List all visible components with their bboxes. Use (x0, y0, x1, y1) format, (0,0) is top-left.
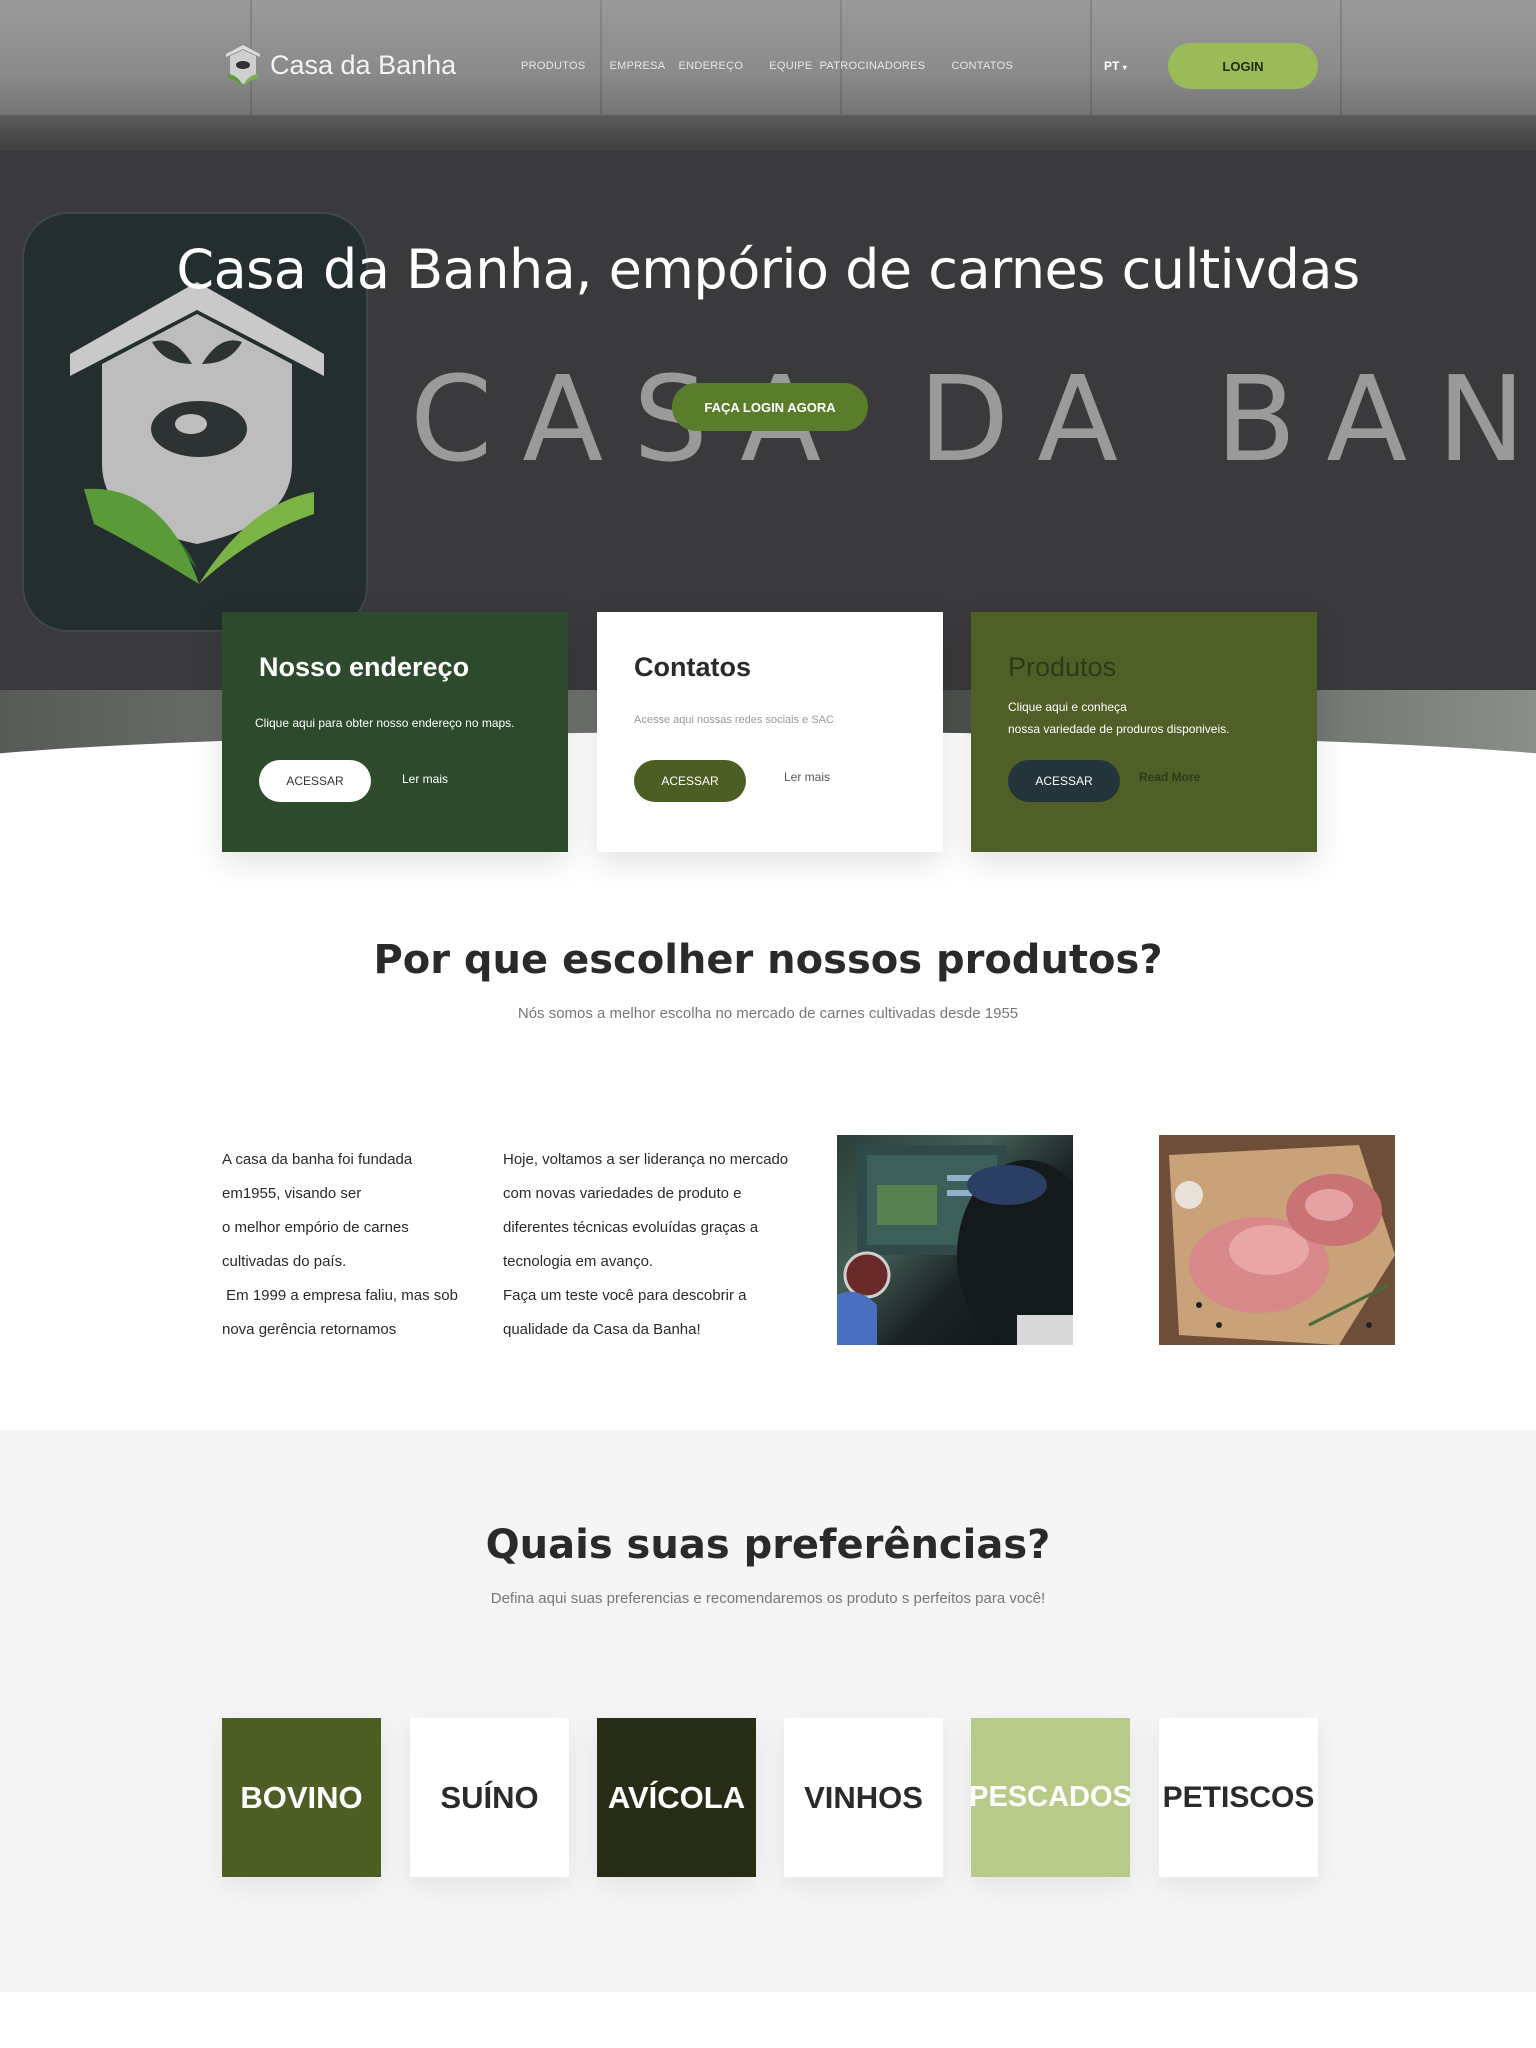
storefront-sign-lettering: CASA DA BANHA (410, 350, 1536, 488)
card-endereco: Nosso endereço Clique aqui para obter no… (222, 612, 568, 852)
hero-ledge (0, 115, 1536, 155)
raw-meat-image (1159, 1135, 1395, 1345)
card-produtos: Produtos Clique aqui e conheça nossa var… (971, 612, 1317, 852)
card-endereco-acessar-button[interactable]: ACESSAR (259, 760, 371, 802)
login-button[interactable]: LOGIN (1168, 43, 1318, 89)
card-description: Acesse aqui nossas redes sociais e SAC (634, 714, 834, 726)
hero-title: Casa da Banha, empório de carnes cultivd… (176, 238, 1360, 301)
preference-tile-petiscos[interactable]: PETISCOS (1159, 1718, 1318, 1877)
card-produtos-read-more-link[interactable]: Read More (1139, 770, 1200, 784)
preference-tile-bovino[interactable]: BOVINO (222, 1718, 381, 1877)
card-title: Produtos (1008, 652, 1117, 682)
card-title: Contatos (634, 652, 751, 682)
card-description: Clique aqui e conheça nossa variedade de… (1008, 700, 1230, 736)
language-selector[interactable]: PT ▾ (1104, 59, 1127, 73)
nav-item-equipe[interactable]: EQUIPE (769, 60, 812, 72)
preferences-subtitle: Defina aqui suas preferencias e recomend… (490, 1590, 1046, 1607)
why-subtitle: Nós somos a melhor escolha no mercado de… (517, 1005, 1019, 1022)
preference-tile-suino[interactable]: SUÍNO (410, 1718, 569, 1877)
history-text: A casa da banha foi fundada em1955, visa… (222, 1151, 458, 1338)
meat-illustration-icon (1159, 1135, 1395, 1345)
site-logo[interactable]: Casa da Banha (222, 42, 456, 88)
preferences-title: Quais suas preferências? (485, 1522, 1051, 1568)
preference-tile-avicola[interactable]: AVÍCOLA (597, 1718, 756, 1877)
hero-login-cta-button[interactable]: FAÇA LOGIN AGORA (672, 383, 868, 431)
card-contatos-acessar-button[interactable]: ACESSAR (634, 760, 746, 802)
card-contatos: Contatos Acesse aqui nossas redes sociai… (597, 612, 943, 852)
nav-item-endereco[interactable]: ENDEREÇO (678, 60, 743, 72)
card-contatos-read-more-link[interactable]: Ler mais (784, 770, 830, 784)
card-endereco-read-more-link[interactable]: Ler mais (402, 772, 448, 786)
today-text: Hoje, voltamos a ser liderança no mercad… (503, 1151, 789, 1338)
chevron-down-icon: ▾ (1122, 63, 1127, 72)
card-produtos-acessar-button[interactable]: ACESSAR (1008, 760, 1120, 802)
language-label: PT (1104, 59, 1120, 73)
card-title: Nosso endereço (259, 652, 470, 682)
preference-tile-vinhos[interactable]: VINHOS (784, 1718, 943, 1877)
why-title: Por que escolher nossos produtos? (373, 937, 1163, 983)
logo-text: Casa da Banha (270, 49, 457, 80)
nav-item-contatos[interactable]: CONTATOS (951, 60, 1013, 72)
preference-tile-pescados[interactable]: PESCADOS (969, 1718, 1132, 1877)
lab-illustration-icon (837, 1145, 1073, 1345)
nav-item-empresa[interactable]: EMPRESA (610, 60, 666, 72)
card-description: Clique aqui para obter nosso endereço no… (255, 716, 515, 730)
nav-item-patrocinadores[interactable]: PATROCINADORES (820, 60, 926, 72)
preferences-section (0, 1430, 1536, 1992)
main-nav: PRODUTOS EMPRESA ENDEREÇO EQUIPE PATROCI… (521, 60, 1013, 72)
logo-icon (226, 45, 260, 86)
nav-item-produtos[interactable]: PRODUTOS (521, 60, 586, 72)
lab-scientist-image (837, 1135, 1073, 1345)
